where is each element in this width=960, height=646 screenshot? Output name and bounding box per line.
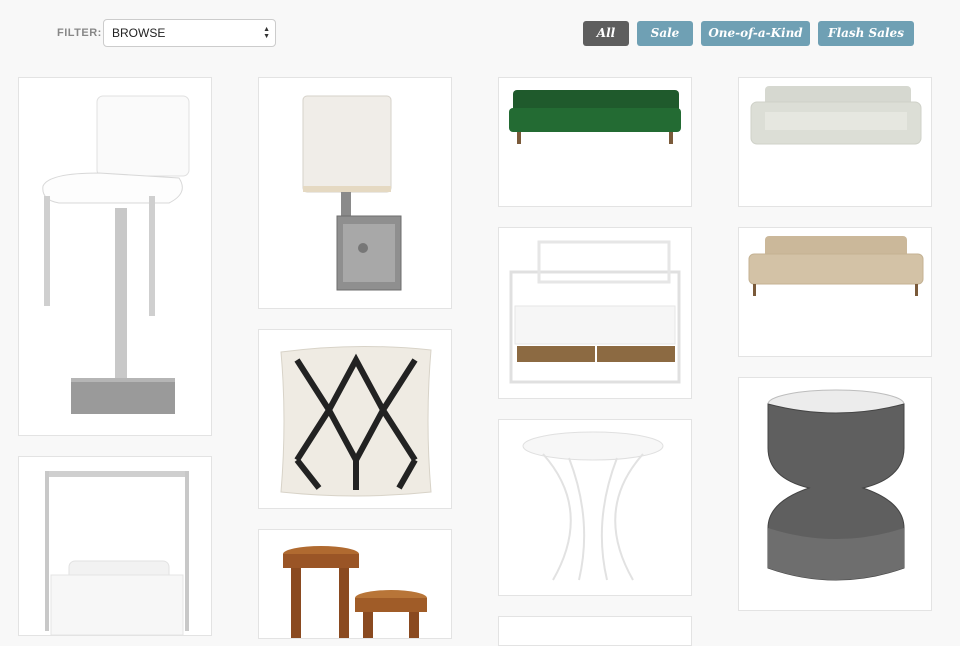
product-card-beige-sofa[interactable]	[738, 227, 932, 357]
product-card-side-table[interactable]	[498, 419, 692, 596]
tab-flash-sales[interactable]: Flash Sales	[818, 21, 914, 46]
tab-one-of-a-kind[interactable]: One-of-a-Kind	[701, 21, 810, 46]
product-card-green-sofa[interactable]	[498, 77, 692, 207]
throw-pillow-icon	[280, 345, 432, 497]
product-card-drum-table[interactable]	[738, 377, 932, 611]
filter-selected-value: BROWSE	[112, 26, 166, 40]
drum-table-icon	[767, 389, 905, 581]
beige-sofa-icon	[748, 236, 924, 296]
side-table-icon	[522, 431, 664, 581]
filter-select[interactable]: BROWSE ▲ ▼	[103, 19, 276, 47]
gray-sofa-icon	[750, 86, 922, 145]
product-card-throw-pillow[interactable]	[258, 329, 452, 509]
wall-sconce-icon	[302, 95, 402, 291]
green-sofa-icon	[509, 90, 681, 144]
product-card-bar-stool[interactable]	[18, 77, 212, 436]
select-arrows-icon: ▲ ▼	[263, 26, 270, 40]
product-card-wall-sconce[interactable]	[258, 77, 452, 309]
bar-stool-icon	[42, 95, 190, 414]
product-card-wooden-stools[interactable]	[258, 529, 452, 639]
filter-label: FILTER:	[57, 27, 102, 39]
product-card-white-bed[interactable]	[498, 227, 692, 399]
wooden-stools-icon	[283, 546, 427, 638]
canopy-bed-icon	[45, 471, 189, 635]
product-card-gray-sofa[interactable]	[738, 77, 932, 207]
product-card-partial[interactable]	[498, 616, 692, 646]
tab-sale[interactable]: Sale	[637, 21, 693, 46]
tab-all[interactable]: All	[583, 21, 629, 46]
white-bed-icon	[509, 240, 681, 384]
product-card-canopy-bed[interactable]	[18, 456, 212, 636]
